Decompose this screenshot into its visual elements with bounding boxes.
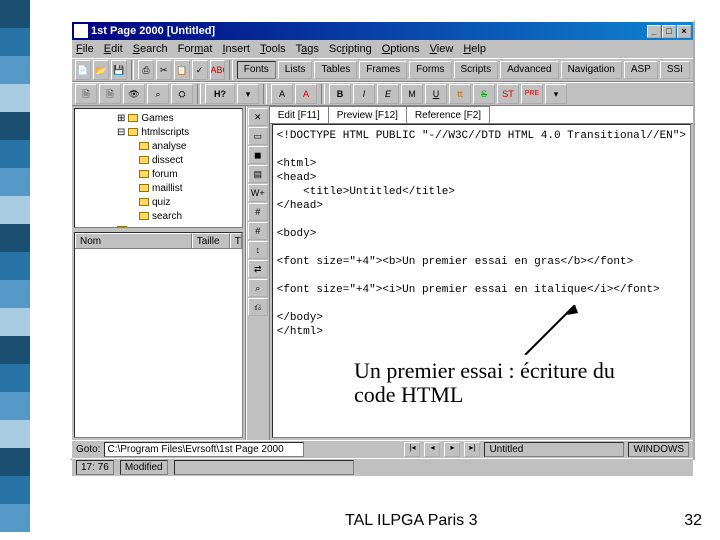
- vtool-8[interactable]: ↕: [248, 241, 268, 259]
- font-size-button[interactable]: A: [271, 84, 293, 104]
- extra-button[interactable]: ▾: [545, 84, 567, 104]
- tab-advanced[interactable]: Advanced: [500, 61, 558, 79]
- toolbar-secondary: 🗎 🗎 👁 ⌕ ⛭ H? ▾ A A B I E M U tt S ST PRE…: [72, 82, 693, 106]
- tb2-2[interactable]: 🗎: [99, 84, 121, 104]
- status-spacer: [174, 460, 354, 475]
- tab-edit[interactable]: Edit [F11]: [270, 106, 329, 123]
- pathbar: Goto: C:\Program Files\Evrsoft\1st Page …: [72, 440, 693, 458]
- tab-frames[interactable]: Frames: [359, 61, 407, 79]
- modified-indicator: Modified: [120, 460, 168, 475]
- col-type[interactable]: T: [230, 233, 242, 248]
- tab-tables[interactable]: Tables: [314, 61, 357, 79]
- new-file-button[interactable]: 📄: [75, 60, 91, 80]
- editor-tabs: Edit [F11] Preview [F12] Reference [F2]: [270, 106, 693, 124]
- goto-label: Goto:: [76, 444, 100, 455]
- menu-insert[interactable]: Insert: [222, 43, 250, 55]
- m-button[interactable]: M: [401, 84, 423, 104]
- doc-next-button[interactable]: ▸: [444, 442, 460, 457]
- menu-view[interactable]: View: [430, 43, 454, 55]
- window-title: 1st Page 2000 [Untitled]: [91, 25, 215, 37]
- tab-reference[interactable]: Reference [F2]: [407, 106, 490, 123]
- vtool-11[interactable]: ⎌: [248, 298, 268, 316]
- col-nom[interactable]: Nom: [75, 233, 192, 248]
- toolbar-primary: 📄 📂 💾 ⎙ ✂ 📋 ✓ ABC Fonts Lists Tables Fra…: [72, 58, 693, 82]
- left-panel: ⊞Games ⊟htmlscripts analyse dissect foru…: [72, 106, 246, 440]
- menu-tags[interactable]: Tags: [296, 43, 319, 55]
- strike-button[interactable]: S: [473, 84, 495, 104]
- col-taille[interactable]: Taille: [192, 233, 230, 248]
- vtool-5[interactable]: W+: [248, 184, 268, 202]
- file-list[interactable]: Nom Taille T: [74, 232, 243, 438]
- em-button[interactable]: E: [377, 84, 399, 104]
- menu-format[interactable]: Format: [178, 43, 213, 55]
- doc-last-button[interactable]: ▸|: [464, 442, 480, 457]
- path-input[interactable]: C:\Program Files\Evrsoft\1st Page 2000: [104, 442, 304, 457]
- font-color-button[interactable]: A: [295, 84, 317, 104]
- slide-decoration-stripes: [0, 0, 30, 540]
- tb2-3[interactable]: 👁: [123, 84, 145, 104]
- maximize-button[interactable]: □: [662, 25, 676, 38]
- doc-prev-button[interactable]: ◂: [424, 442, 440, 457]
- tab-lists[interactable]: Lists: [278, 61, 313, 79]
- menu-edit[interactable]: Edit: [104, 43, 123, 55]
- doc-first-button[interactable]: |◂: [404, 442, 420, 457]
- slide-footer: TAL ILPGA Paris 3: [345, 512, 478, 530]
- menubar: File Edit Search Format Insert Tools Tag…: [72, 40, 693, 58]
- slide-annotation: Un premier essai : écriture du code HTML: [350, 355, 630, 411]
- tb2-1[interactable]: 🗎: [75, 84, 97, 104]
- tab-forms[interactable]: Forms: [409, 61, 451, 79]
- toolbar-btn-5[interactable]: ✂: [156, 60, 172, 80]
- toolbar-btn-7[interactable]: ✓: [192, 60, 208, 80]
- statusbar: 17: 76 Modified: [72, 458, 693, 476]
- minimize-button[interactable]: _: [647, 25, 661, 38]
- strong-button[interactable]: ST: [497, 84, 519, 104]
- tb2-4[interactable]: ⌕: [147, 84, 169, 104]
- underline-button[interactable]: U: [425, 84, 447, 104]
- vtool-9[interactable]: ⇄: [248, 260, 268, 278]
- app-icon: [74, 24, 88, 38]
- tab-fonts[interactable]: Fonts: [237, 61, 276, 79]
- cursor-position: 17: 76: [76, 460, 114, 475]
- tab-ssi[interactable]: SSI: [660, 61, 690, 79]
- menu-options[interactable]: Options: [382, 43, 420, 55]
- vtool-4[interactable]: ▤: [248, 165, 268, 183]
- menu-scripting[interactable]: Scripting: [329, 43, 372, 55]
- tt-button[interactable]: tt: [449, 84, 471, 104]
- italic-button[interactable]: I: [353, 84, 375, 104]
- slide-page-number: 32: [684, 512, 702, 530]
- toolbar-btn-8[interactable]: ABC: [210, 60, 226, 80]
- tab-scripts[interactable]: Scripts: [454, 61, 499, 79]
- toolbar-btn-4[interactable]: ⎙: [138, 60, 154, 80]
- tab-navigation[interactable]: Navigation: [561, 61, 622, 79]
- current-doc: Untitled: [484, 442, 624, 457]
- open-file-button[interactable]: 📂: [93, 60, 109, 80]
- titlebar: 1st Page 2000 [Untitled] _ □ ×: [72, 22, 693, 40]
- encoding: WINDOWS: [628, 442, 689, 457]
- menu-search[interactable]: Search: [133, 43, 168, 55]
- vtool-3[interactable]: ◼: [248, 146, 268, 164]
- tb2-dd[interactable]: ▾: [237, 84, 259, 104]
- vertical-toolbar: ✕ ▭ ◼ ▤ W+ # # ↕ ⇄ ⌕ ⎌: [246, 106, 270, 440]
- vtool-1[interactable]: ✕: [248, 108, 268, 126]
- pre-button[interactable]: PRE: [521, 84, 543, 104]
- tb2-5[interactable]: ⛭: [171, 84, 193, 104]
- toolbar-btn-6[interactable]: 📋: [174, 60, 190, 80]
- vtool-6[interactable]: #: [248, 203, 268, 221]
- heading-button[interactable]: H?: [205, 84, 235, 104]
- vtool-7[interactable]: #: [248, 222, 268, 240]
- vtool-10[interactable]: ⌕: [248, 279, 268, 297]
- vtool-2[interactable]: ▭: [248, 127, 268, 145]
- save-file-button[interactable]: 💾: [111, 60, 127, 80]
- bold-button[interactable]: B: [329, 84, 351, 104]
- close-button[interactable]: ×: [677, 25, 691, 38]
- folder-tree[interactable]: ⊞Games ⊟htmlscripts analyse dissect foru…: [74, 108, 243, 228]
- tab-asp[interactable]: ASP: [624, 61, 658, 79]
- menu-file[interactable]: File: [76, 43, 94, 55]
- menu-tools[interactable]: Tools: [260, 43, 286, 55]
- menu-help[interactable]: Help: [463, 43, 486, 55]
- tab-preview[interactable]: Preview [F12]: [329, 106, 407, 123]
